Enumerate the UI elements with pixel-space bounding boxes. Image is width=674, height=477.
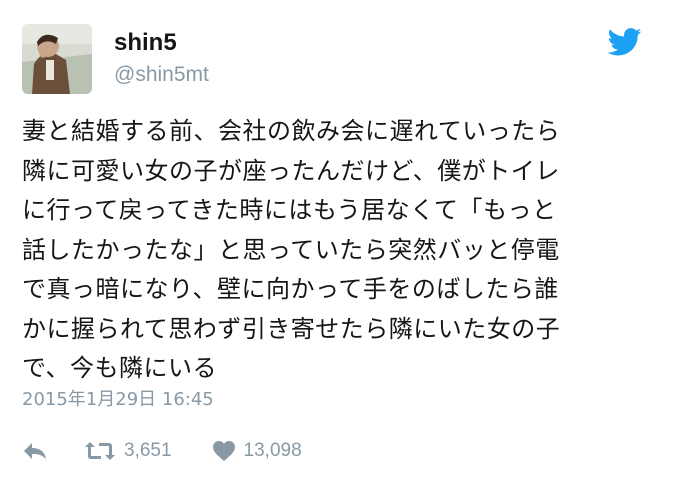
like-count: 13,098 (243, 440, 302, 461)
heart-icon (212, 440, 236, 462)
retweet-count: 3,651 (124, 440, 172, 461)
like-button[interactable]: 13,098 (212, 440, 302, 462)
twitter-bird-icon[interactable] (607, 28, 642, 56)
reply-button[interactable] (22, 441, 48, 461)
tweet-timestamp[interactable]: 2015年1月29日 16:45 (22, 388, 214, 412)
retweet-button[interactable]: 3,651 (84, 440, 172, 462)
tweet-card: shin5 @shin5mt 妻と結婚する前、会社の飲み会に遅れていったら 隣に… (0, 0, 674, 477)
tweet-actions: 3,651 13,098 (22, 436, 302, 466)
retweet-icon (84, 440, 116, 462)
reply-icon (22, 441, 48, 461)
user-handle[interactable]: @shin5mt (114, 62, 209, 88)
display-name[interactable]: shin5 (114, 28, 177, 58)
avatar[interactable] (22, 24, 92, 94)
tweet-text: 妻と結婚する前、会社の飲み会に遅れていったら 隣に可愛い女の子が座ったんだけど、… (22, 117, 561, 382)
